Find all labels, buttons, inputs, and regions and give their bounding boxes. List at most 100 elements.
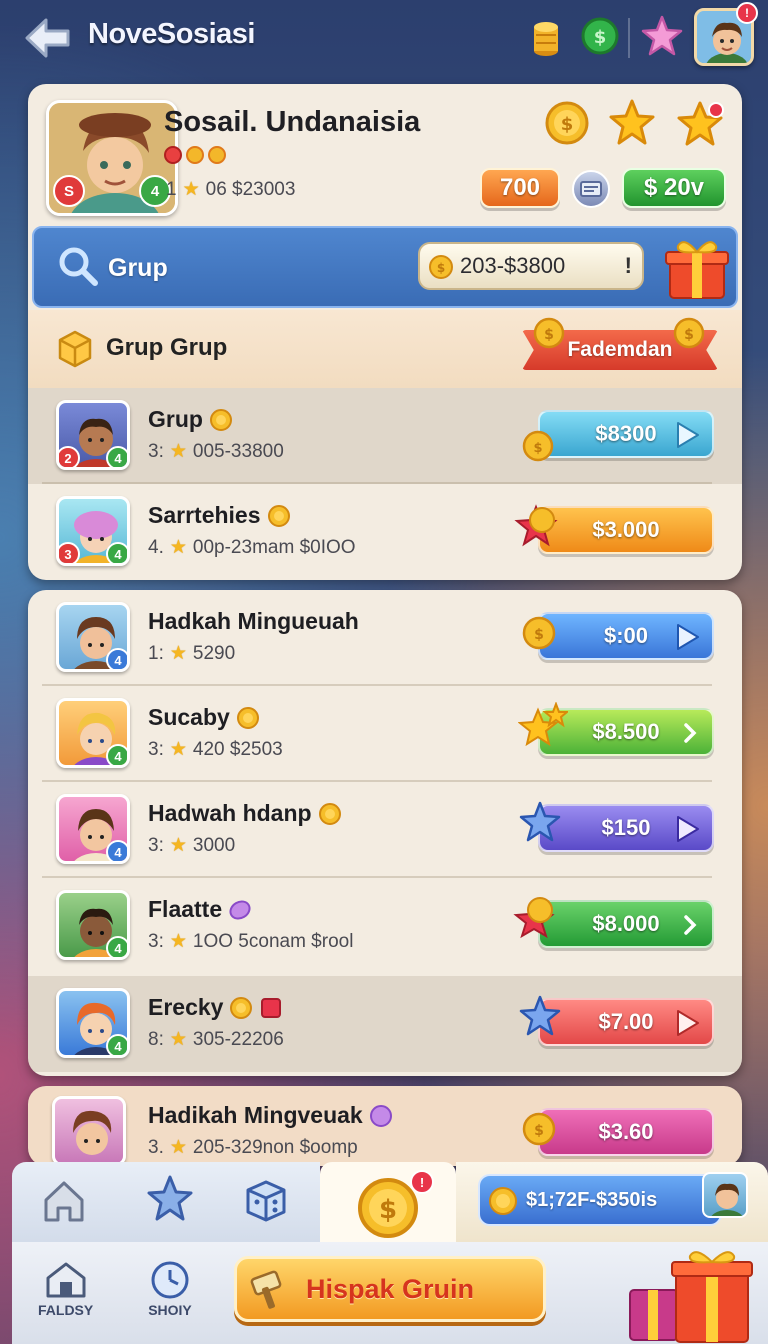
nav-item-faldsy[interactable]: FALDSY bbox=[38, 1260, 93, 1318]
coin-icon bbox=[230, 996, 253, 1019]
points-pill[interactable]: 700 bbox=[480, 168, 560, 208]
search-input[interactable]: $ 203-$3800 ! bbox=[418, 242, 644, 290]
star-icon: ★ bbox=[182, 179, 200, 200]
price-button[interactable]: $7.00 bbox=[538, 998, 714, 1046]
gold-coin-icon[interactable]: $ bbox=[544, 100, 590, 151]
gold-star-icon[interactable] bbox=[608, 98, 656, 151]
row-meta: 3: ★ 1ΟΟ 5conam $rool bbox=[148, 930, 353, 953]
card-icon[interactable] bbox=[572, 170, 610, 208]
price-button[interactable]: $8300 bbox=[538, 410, 714, 458]
svg-text:$: $ bbox=[533, 441, 542, 456]
svg-text:$: $ bbox=[544, 327, 554, 343]
level-badge: 4 bbox=[106, 446, 127, 467]
badge-icon bbox=[186, 146, 204, 164]
price-label: $3.60 bbox=[598, 1119, 654, 1144]
svg-text:$: $ bbox=[561, 114, 574, 135]
list-item[interactable]: 2 4 Grup 3: ★ 005-33800 $8300 $ bbox=[28, 388, 742, 484]
list-item[interactable]: 4 Flaatte 3: ★ 1ΟΟ 5conam $rool $8.000 bbox=[28, 878, 742, 974]
nav-item-shoiy[interactable]: SHOIY bbox=[148, 1260, 192, 1318]
svg-text:$: $ bbox=[437, 261, 445, 275]
price-label: $8.500 bbox=[592, 719, 660, 744]
app-title: NoveSosiasi bbox=[88, 18, 255, 50]
home-icon[interactable] bbox=[42, 1178, 86, 1229]
price-button[interactable]: $3.60 bbox=[538, 1108, 714, 1156]
gold-star-icon bbox=[517, 701, 570, 757]
cash-pill[interactable]: $ 20v bbox=[622, 168, 726, 208]
level-badge: 4 bbox=[106, 1034, 127, 1055]
profile-level-badge-red: S bbox=[53, 175, 85, 207]
profile-stats: 1 ★ 06 $23003 bbox=[166, 178, 295, 201]
price-button[interactable]: $150 bbox=[538, 804, 714, 852]
level-badge: 4 bbox=[106, 542, 127, 563]
list-item[interactable]: 4 Hadwah hdanp 3: ★ 3000 $150 bbox=[28, 782, 742, 878]
action-button[interactable]: Hispak Gruin bbox=[234, 1256, 546, 1322]
level-badge: 4 bbox=[106, 840, 127, 861]
search-bang: ! bbox=[624, 253, 632, 278]
avatar[interactable] bbox=[702, 1172, 748, 1218]
row-meta: 3: ★ 3000 bbox=[148, 834, 235, 857]
hammer-icon bbox=[249, 1269, 291, 1316]
blue-star-icon bbox=[518, 800, 562, 849]
tab-coins[interactable]: $ ! bbox=[320, 1162, 456, 1242]
list-item[interactable]: 4 Erecky 8: ★ 305-22206 $7.00 bbox=[28, 976, 742, 1072]
list-item[interactable]: Hadikah Mingveuak 3. ★ 205-329non $oomp … bbox=[28, 1086, 742, 1166]
row-meta-value: 3000 bbox=[192, 834, 236, 856]
profile-avatar[interactable]: S 4 bbox=[46, 100, 178, 216]
house-icon bbox=[46, 1262, 86, 1298]
coin-stack-icon[interactable] bbox=[528, 14, 564, 58]
avatar: 4 bbox=[56, 698, 130, 768]
pink-star-icon[interactable] bbox=[640, 14, 684, 58]
list-item[interactable]: 4 Sucaby 3: ★ 420 $2503 $8.500 bbox=[28, 686, 742, 782]
row-meta-value: 5290 bbox=[192, 642, 236, 664]
star-icon[interactable] bbox=[146, 1174, 194, 1227]
svg-text:$: $ bbox=[534, 627, 544, 643]
coin-icon: $ bbox=[522, 430, 554, 467]
svg-text:$: $ bbox=[534, 1123, 544, 1139]
price-label: $7.00 bbox=[598, 1009, 654, 1034]
price-button[interactable]: $:00 bbox=[538, 612, 714, 660]
price-button[interactable]: $8.000 bbox=[538, 900, 714, 948]
avatar: 3 4 bbox=[56, 496, 130, 566]
price-button[interactable]: $3.000 bbox=[538, 506, 714, 554]
list-panel-partial: Hadikah Mingveuak 3. ★ 205-329non $oomp … bbox=[28, 1086, 742, 1166]
price-label: $150 bbox=[601, 815, 651, 840]
search-value: 203-$3800 bbox=[460, 253, 566, 278]
profile-name: Sosail. Undanaisia bbox=[164, 106, 421, 138]
row-name: Hadwah hdanp bbox=[148, 800, 342, 827]
row-meta: 3. ★ 205-329non $oomp bbox=[148, 1136, 358, 1159]
search-icon[interactable] bbox=[56, 244, 100, 288]
row-meta: 1: ★ 5290 bbox=[148, 642, 235, 665]
balance-button[interactable]: $1;72F-$350is bbox=[478, 1174, 722, 1226]
star-icon: ★ bbox=[169, 537, 187, 558]
arrow-right-icon bbox=[677, 624, 699, 650]
avatar bbox=[52, 1096, 126, 1166]
list-item[interactable]: 3 4 Sarrtehies 4. ★ 00p-23mam $0ΙΟΟ $3.0… bbox=[28, 484, 742, 580]
top-bar: NoveSosiasi $ ! bbox=[0, 0, 768, 80]
back-button[interactable] bbox=[22, 14, 74, 62]
row-meta: 3: ★ 005-33800 bbox=[148, 440, 284, 463]
dice-icon[interactable] bbox=[242, 1176, 290, 1229]
balance-panel: $1;72F-$350is bbox=[456, 1162, 768, 1242]
price-label: $8300 bbox=[595, 421, 657, 446]
svg-text:$: $ bbox=[379, 1195, 397, 1225]
row-meta-value: 205-329non $oomp bbox=[192, 1136, 358, 1158]
list-item[interactable]: 4 Hadkah Mingueuah 1: ★ 5290 $:00 $ bbox=[28, 590, 742, 686]
purple-gem-icon bbox=[229, 899, 251, 920]
row-meta-value: 1ΟΟ 5conam $rool bbox=[192, 930, 354, 952]
gift-box-icon[interactable] bbox=[664, 236, 730, 305]
coin-icon: $ bbox=[428, 254, 454, 286]
coin-icon bbox=[267, 504, 290, 527]
green-gem-icon[interactable]: $ bbox=[580, 16, 620, 56]
star-icon: ★ bbox=[169, 1029, 187, 1050]
row-name-text: Flaatte bbox=[148, 896, 223, 922]
profile-badges bbox=[164, 146, 226, 164]
gift-box-icon[interactable] bbox=[622, 1250, 758, 1344]
star-badge-icon[interactable] bbox=[676, 98, 726, 153]
row-meta-prefix: 1: bbox=[148, 642, 164, 664]
star-coin-icon bbox=[512, 894, 558, 945]
row-meta-prefix: 3. bbox=[148, 1136, 164, 1158]
coin-icon: $ bbox=[522, 616, 556, 655]
row-meta: 8: ★ 305-22206 bbox=[148, 1028, 284, 1051]
avatar: 4 bbox=[56, 890, 130, 960]
chevron-right-icon bbox=[684, 723, 697, 743]
